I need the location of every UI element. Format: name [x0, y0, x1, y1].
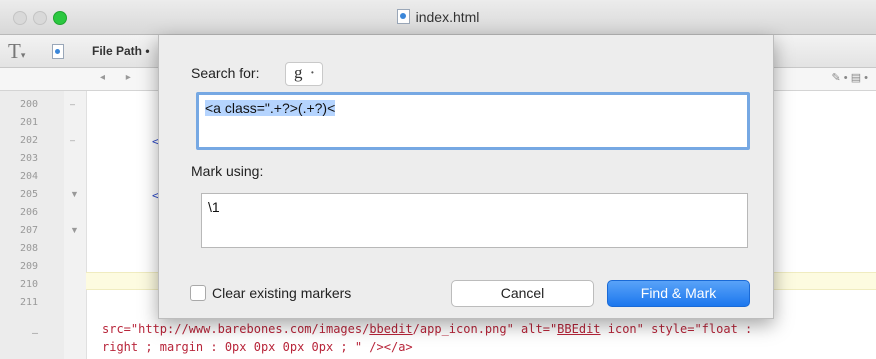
line-number: 210: [19, 279, 38, 290]
text-options-button[interactable]: T▾: [8, 39, 25, 64]
window-title-area: index.html: [0, 9, 876, 25]
window-titlebar: index.html: [0, 0, 876, 35]
grep-caret-icon: •: [311, 68, 314, 77]
line-number-gutter: 200 201 202 203 204 205 206 207 208 209 …: [0, 91, 65, 359]
nav-prev-next-icon[interactable]: ◂ ▸: [100, 72, 140, 83]
search-for-label: Search for:: [191, 65, 260, 81]
line-number: 200: [19, 99, 38, 110]
line-number: 206: [19, 207, 38, 218]
cancel-button[interactable]: Cancel: [451, 280, 594, 307]
document-icon[interactable]: [52, 44, 64, 59]
search-pattern-text: <a class=".+?>(.+?)<: [205, 100, 336, 116]
code-segment: src="http://www.barebones.com/images/: [102, 322, 370, 336]
line-number: 208: [19, 243, 38, 254]
code-segment-underlined: bbedit: [369, 322, 413, 336]
window-title: index.html: [415, 9, 480, 25]
clear-markers-label[interactable]: Clear existing markers: [212, 285, 351, 301]
grep-icon: g: [294, 63, 303, 82]
code-line[interactable]: right ; margin : 0px 0px 0px 0px ; " /><…: [102, 340, 413, 354]
clear-markers-checkbox[interactable]: [190, 285, 206, 301]
code-line[interactable]: src="http://www.barebones.com/images/bbe…: [102, 322, 752, 336]
find-and-mark-button[interactable]: Find & Mark: [607, 280, 750, 307]
line-number: 201: [19, 117, 38, 128]
line-number: 204: [19, 171, 38, 182]
mark-using-field[interactable]: \1: [201, 193, 748, 248]
grep-options-popup[interactable]: g •: [285, 62, 323, 86]
code-segment: icon" style="float :: [600, 322, 753, 336]
file-path-menu[interactable]: File Path •: [92, 44, 150, 58]
text-tool-icon: T: [8, 39, 21, 63]
mark-using-label: Mark using:: [191, 163, 264, 179]
find-and-mark-dialog: Search for: g • <a class=".+?>(.+?)< Mar…: [158, 35, 774, 319]
html-file-icon: [396, 9, 410, 24]
fold-triangle-icon[interactable]: ▼: [70, 225, 79, 235]
line-number: 209: [19, 261, 38, 272]
fold-triangle-icon[interactable]: ▼: [70, 189, 79, 199]
code-segment: /app_icon.png" alt=": [412, 322, 558, 336]
nav-tools-icon[interactable]: ✎ • ▤ •: [832, 71, 868, 84]
continuation-mark: –: [31, 328, 38, 339]
line-number: 211: [19, 297, 38, 308]
fold-marker-icon[interactable]: –: [70, 135, 75, 145]
code-segment-underlined: BBEdit: [557, 322, 601, 336]
line-number: 207: [19, 225, 38, 236]
fold-marker-icon[interactable]: –: [70, 99, 75, 109]
line-number: 205: [19, 189, 38, 200]
search-pattern-field[interactable]: <a class=".+?>(.+?)<: [196, 92, 750, 150]
line-number: 202: [19, 135, 38, 146]
text-tool-caret-icon: ▾: [20, 50, 26, 60]
mark-using-text: \1: [208, 199, 220, 215]
line-number: 203: [19, 153, 38, 164]
